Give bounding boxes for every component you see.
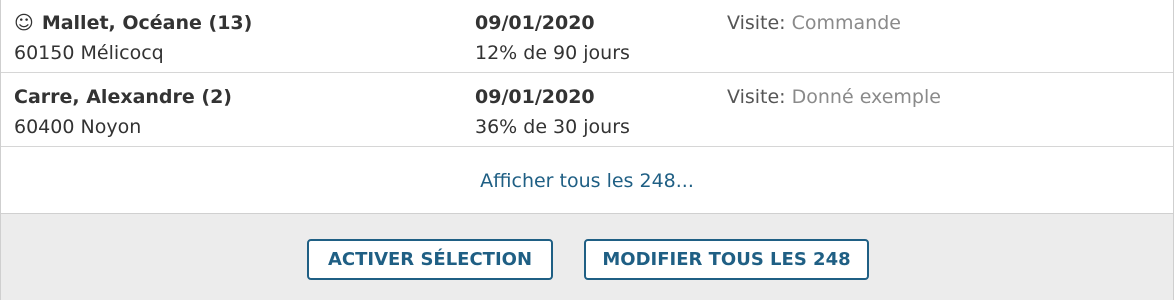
customer-location: 60150 Mélicocq [14, 42, 164, 64]
customer-name: Carre, Alexandre (2) [14, 86, 232, 108]
visit-label: Visite: [727, 86, 786, 108]
visit-date: 09/01/2020 [475, 12, 595, 34]
customer-location: 60400 Noyon [14, 116, 142, 138]
customer-name-column: Carre, Alexandre (2) 60400 Noyon [14, 82, 232, 142]
action-footer: ACTIVER SÉLECTION MODIFIER TOUS LES 248 [1, 213, 1173, 300]
activate-selection-button[interactable]: ACTIVER SÉLECTION [307, 239, 553, 280]
visit-value: Commande [791, 12, 901, 34]
customer-name-line: ☺ Mallet, Océane (13) [14, 8, 252, 38]
visit-column: Visite: Donné exemple [727, 82, 941, 112]
visit-value: Donné exemple [791, 86, 941, 108]
date-column: 09/01/2020 12% de 90 jours [475, 8, 630, 68]
visit-date: 09/01/2020 [475, 86, 595, 108]
customer-list: ☺ Mallet, Océane (13) 60150 Mélicocq 09/0… [1, 0, 1173, 213]
modify-all-button[interactable]: MODIFIER TOUS LES 248 [584, 239, 869, 280]
customer-name-column: ☺ Mallet, Océane (13) 60150 Mélicocq [14, 8, 252, 68]
smiley-icon: ☺ [14, 12, 34, 34]
show-all-link[interactable]: Afficher tous les 248... [1, 166, 1173, 196]
progress-text: 12% de 90 jours [475, 42, 630, 64]
customer-name: Mallet, Océane (13) [41, 12, 253, 34]
date-column: 09/01/2020 36% de 30 jours [475, 82, 630, 142]
list-item[interactable]: Carre, Alexandre (2) 60400 Noyon 09/01/2… [1, 74, 1173, 147]
visit-column: Visite: Commande [727, 8, 901, 38]
progress-text: 36% de 30 jours [475, 116, 630, 138]
visit-label: Visite: [727, 12, 786, 34]
list-item[interactable]: ☺ Mallet, Océane (13) 60150 Mélicocq 09/0… [1, 0, 1173, 73]
customer-list-panel: ☺ Mallet, Océane (13) 60150 Mélicocq 09/0… [0, 0, 1174, 300]
